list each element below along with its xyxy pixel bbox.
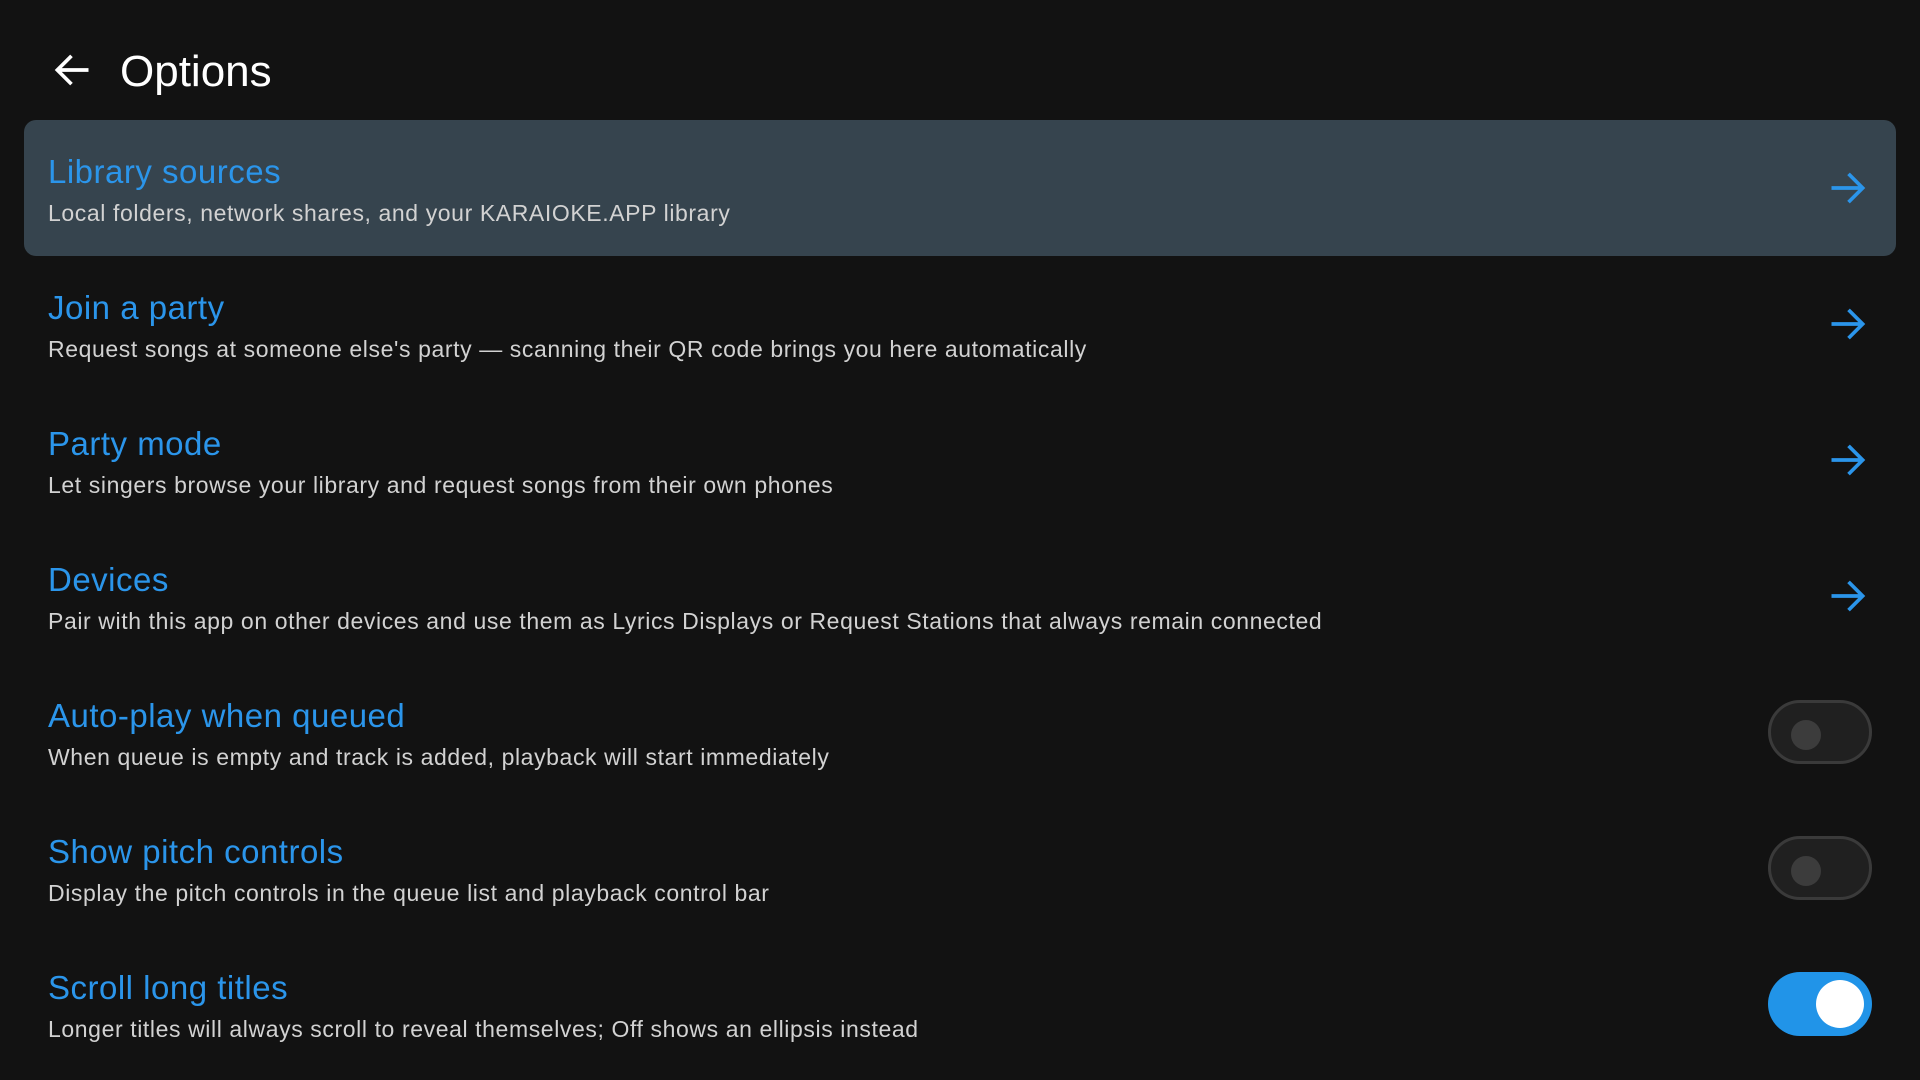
option-subtitle: Pair with this app on other devices and … (48, 608, 1323, 634)
option-title: Join a party (48, 289, 225, 326)
arrow-left-icon (54, 54, 89, 86)
option-title: Party mode (48, 425, 222, 462)
auto-play-toggle[interactable] (1768, 700, 1872, 764)
option-scroll-long-titles[interactable]: Scroll long titles Longer titles will al… (24, 936, 1896, 1072)
scroll-long-titles-toggle[interactable] (1768, 972, 1872, 1036)
option-join-a-party[interactable]: Join a party Request songs at someone el… (24, 256, 1896, 392)
toggle-knob (1791, 720, 1821, 750)
arrow-right-icon (1826, 302, 1870, 346)
option-title: Scroll long titles (48, 969, 289, 1006)
toggle-knob (1816, 980, 1864, 1028)
options-screen: Options Library sources Local folders, n… (0, 0, 1920, 1080)
options-list: Library sources Local folders, network s… (24, 120, 1896, 1072)
option-subtitle: Longer titles will always scroll to reve… (48, 1016, 919, 1042)
option-subtitle: Let singers browse your library and requ… (48, 472, 834, 498)
option-subtitle: Request songs at someone else's party — … (48, 336, 1087, 362)
option-title: Auto-play when queued (48, 697, 406, 734)
show-pitch-controls-toggle[interactable] (1768, 836, 1872, 900)
option-show-pitch-controls[interactable]: Show pitch controls Display the pitch co… (24, 800, 1896, 936)
back-button[interactable] (40, 38, 104, 102)
option-library-sources[interactable]: Library sources Local folders, network s… (24, 120, 1896, 256)
arrow-right-icon (1826, 166, 1870, 210)
option-auto-play-when-queued[interactable]: Auto-play when queued When queue is empt… (24, 664, 1896, 800)
toggle-knob (1791, 856, 1821, 886)
header: Options (0, 0, 1920, 120)
option-subtitle: When queue is empty and track is added, … (48, 744, 830, 770)
option-subtitle: Local folders, network shares, and your … (48, 200, 731, 226)
option-title: Show pitch controls (48, 833, 344, 870)
option-party-mode[interactable]: Party mode Let singers browse your libra… (24, 392, 1896, 528)
option-title: Library sources (48, 153, 282, 190)
arrow-right-icon (1826, 574, 1870, 618)
option-title: Devices (48, 561, 169, 598)
option-devices[interactable]: Devices Pair with this app on other devi… (24, 528, 1896, 664)
arrow-right-icon (1826, 438, 1870, 482)
option-subtitle: Display the pitch controls in the queue … (48, 880, 770, 906)
page-title: Options (120, 47, 272, 96)
